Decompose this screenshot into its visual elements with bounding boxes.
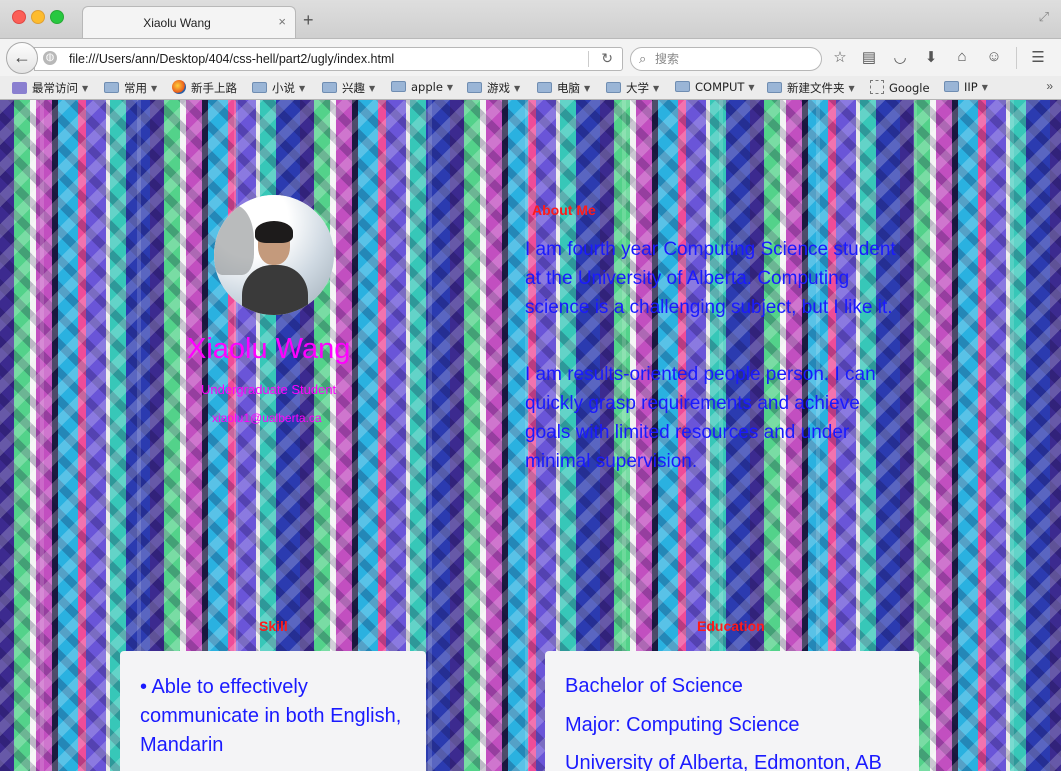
bookmark-getting-started[interactable]: 新手上路 xyxy=(172,80,237,96)
search-input[interactable] xyxy=(655,51,805,67)
back-button[interactable]: ← xyxy=(6,42,38,74)
toolbar-separator xyxy=(1016,47,1017,69)
bookmark-common[interactable]: 常用 ▼ xyxy=(104,80,157,96)
download-icon[interactable]: ⬇ xyxy=(921,48,941,66)
url-bar[interactable]: ◍ file:///Users/ann/Desktop/404/css-hell… xyxy=(34,47,623,71)
page-content: Xiaolu Wang Undergraduate Student xiaolu… xyxy=(0,100,1061,771)
minimize-window-button[interactable] xyxy=(31,10,45,24)
bookmark-interests[interactable]: 兴趣 ▼ xyxy=(322,80,375,96)
folder-icon xyxy=(767,82,782,93)
firefox-icon xyxy=(172,80,186,94)
folder-icon xyxy=(537,82,552,93)
reading-list-icon[interactable]: ▤ xyxy=(859,48,879,66)
bookmark-star-icon[interactable]: ☆ xyxy=(830,48,850,66)
profile-role: Undergraduate Student xyxy=(201,382,337,397)
education-major: Major: Computing Science xyxy=(565,714,800,736)
bookmark-new-folder[interactable]: 新建文件夹 ▼ xyxy=(767,80,855,96)
bookmark-novels[interactable]: 小说 ▼ xyxy=(252,80,305,96)
folder-icon xyxy=(104,82,119,93)
site-identity-icon[interactable]: ◍ xyxy=(43,51,57,65)
skill-card: • Able to effectively communicate in bot… xyxy=(120,651,426,771)
page-viewport[interactable]: Xiaolu Wang Undergraduate Student xiaolu… xyxy=(0,100,1061,771)
about-heading: About Me xyxy=(532,202,596,218)
fullscreen-icon[interactable]: ⤢ xyxy=(1039,9,1049,25)
folder-icon xyxy=(944,81,959,92)
bookmark-games[interactable]: 游戏 ▼ xyxy=(467,80,520,96)
pocket-icon[interactable]: ◡ xyxy=(890,48,910,66)
about-paragraph-2: I am results-oriented people person. I c… xyxy=(525,364,876,472)
bookmark-iip[interactable]: IIP ▼ xyxy=(944,80,988,96)
bookmark-apple[interactable]: apple ▼ xyxy=(391,80,453,96)
education-card: Bachelor of Science Major: Computing Sci… xyxy=(545,651,919,771)
bookmarks-toolbar: 最常访问 ▼ 常用 ▼ 新手上路 小说 ▼ 兴趣 ▼ apple ▼ 游戏 ▼ 电脑 ▼ 大学… xyxy=(0,76,1061,100)
bookmark-comput[interactable]: COMPUT ▼ xyxy=(675,80,755,96)
about-paragraph-1: I am fourth year Computing Science stude… xyxy=(525,239,896,318)
bookmark-computer[interactable]: 电脑 ▼ xyxy=(537,80,590,96)
url-divider xyxy=(588,51,589,67)
skill-item: • Able to effectively communicate in bot… xyxy=(140,676,402,756)
navigation-toolbar: ◍ file:///Users/ann/Desktop/404/css-hell… xyxy=(0,38,1061,77)
tab-bar: Xiaolu Wang × + ⤢ xyxy=(0,0,1061,39)
education-school: University of Alberta, Edmonton, AB xyxy=(565,752,882,771)
page-icon xyxy=(870,80,884,94)
bookmark-folder-icon xyxy=(12,82,27,94)
new-tab-button[interactable]: + xyxy=(303,11,314,29)
reload-icon[interactable]: ↻ xyxy=(601,50,613,67)
education-heading: Education xyxy=(697,618,765,634)
folder-icon xyxy=(467,82,482,93)
bookmarks-overflow-icon[interactable]: » xyxy=(1046,79,1053,93)
back-arrow-icon: ← xyxy=(13,47,31,67)
folder-icon xyxy=(675,81,690,92)
folder-icon xyxy=(391,81,406,92)
bookmark-most-visited[interactable]: 最常访问 ▼ xyxy=(12,80,88,96)
search-icon: ⌕ xyxy=(639,51,647,66)
close-window-button[interactable] xyxy=(12,10,26,24)
search-bar[interactable]: ⌕ xyxy=(630,47,822,71)
profile-name: Xiaolu Wang xyxy=(187,333,351,365)
profile-email-link[interactable]: xiaolu1@ualberta.ca xyxy=(212,411,322,425)
education-degree: Bachelor of Science xyxy=(565,675,743,697)
bookmark-university[interactable]: 大学 ▼ xyxy=(606,80,659,96)
profile-photo xyxy=(214,195,334,315)
folder-icon xyxy=(606,82,621,93)
url-text[interactable]: file:///Users/ann/Desktop/404/css-hell/p… xyxy=(69,52,394,66)
bookmark-google[interactable]: Google xyxy=(870,80,930,96)
tab-title: Xiaolu Wang xyxy=(143,16,211,30)
zoom-window-button[interactable] xyxy=(50,10,64,24)
home-icon[interactable]: ⌂ xyxy=(952,48,972,65)
chat-icon[interactable]: ☺ xyxy=(984,48,1004,65)
skill-heading: Skill xyxy=(259,618,288,634)
folder-icon xyxy=(252,82,267,93)
tab-xiaolu-wang[interactable]: Xiaolu Wang × xyxy=(82,6,296,39)
menu-icon[interactable]: ☰ xyxy=(1028,48,1048,66)
folder-icon xyxy=(322,82,337,93)
close-tab-icon[interactable]: × xyxy=(278,14,286,29)
